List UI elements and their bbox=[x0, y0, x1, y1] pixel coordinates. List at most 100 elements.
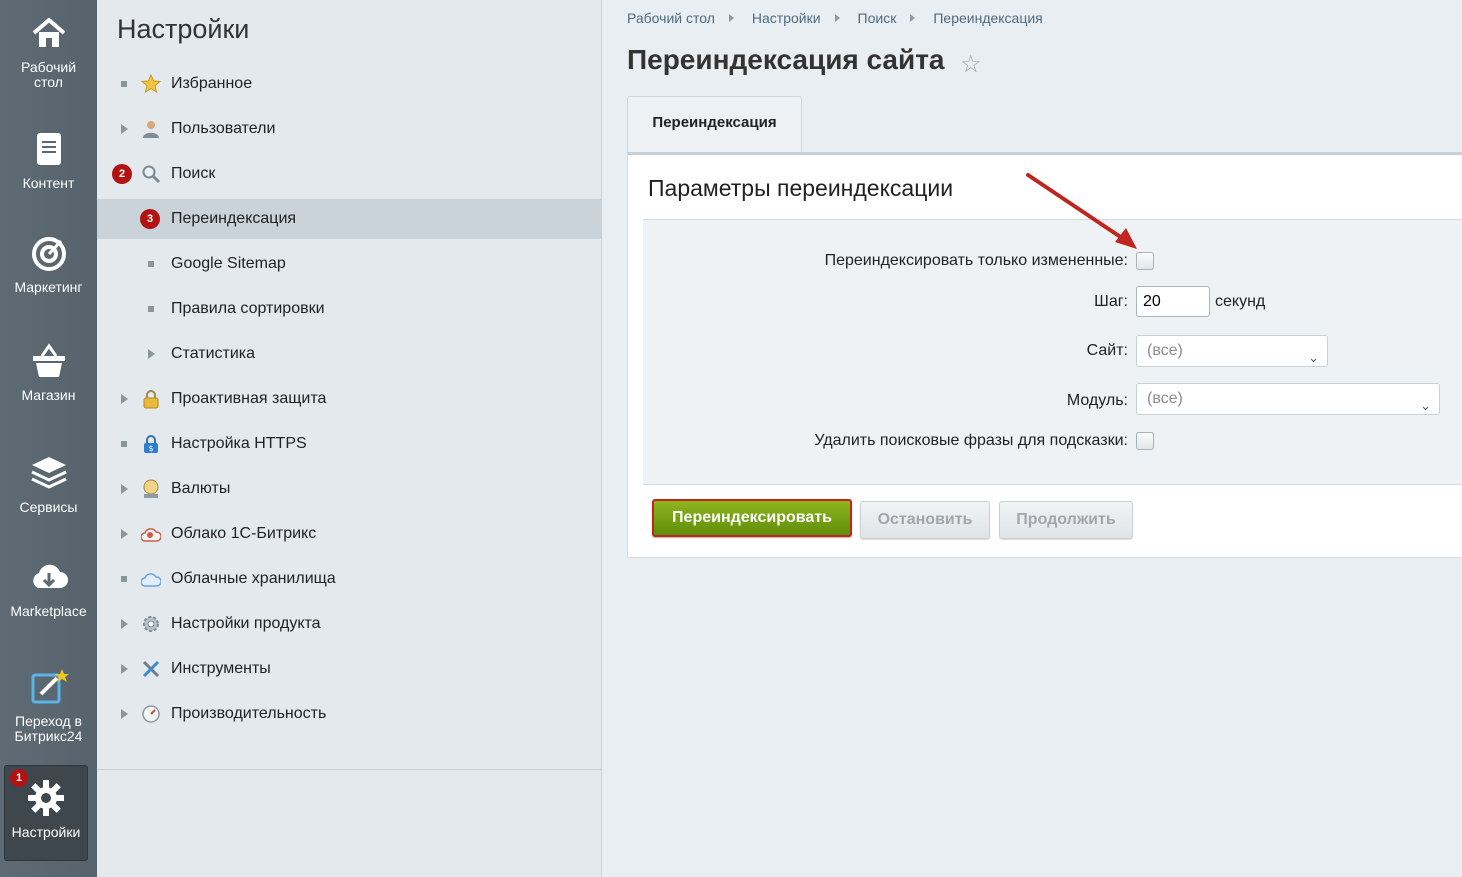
expand-arrow-icon bbox=[121, 709, 128, 719]
magnifier-icon bbox=[142, 165, 161, 184]
menu-label-currencies: Валюты bbox=[171, 480, 231, 497]
reindex-panel: Параметры переиндексации Переиндексирова… bbox=[627, 152, 1462, 558]
breadcrumb-reindex[interactable]: Переиндексация bbox=[933, 10, 1042, 26]
settings-step-badge: 1 bbox=[10, 769, 28, 787]
menu-title: Настройки bbox=[117, 14, 250, 44]
menu-label-tools: Инструменты bbox=[171, 660, 271, 677]
rail-item-marketplace[interactable]: Marketplace bbox=[0, 556, 97, 619]
breadcrumb-search[interactable]: Поиск bbox=[858, 10, 897, 26]
lock-icon bbox=[143, 390, 159, 409]
menu-label-statistics: Статистика bbox=[171, 345, 256, 362]
breadcrumb-separator-icon bbox=[834, 14, 840, 22]
expand-arrow-icon bbox=[121, 394, 128, 404]
main-content: Рабочий стол Настройки Поиск Переиндексация… bbox=[602, 0, 1462, 877]
expand-arrow-icon bbox=[148, 349, 155, 359]
basket-icon bbox=[32, 343, 65, 377]
main-sidebar: Рабочий стол Контент Маркетинг Магазин С… bbox=[0, 0, 97, 877]
settings-menu: Настройки Избранное Пользователи 2 Поиск… bbox=[97, 0, 602, 877]
menu-item-statistics[interactable]: Статистика bbox=[97, 334, 601, 374]
rail-item-settings[interactable]: 1 Настройки bbox=[4, 765, 88, 861]
menu-item-tools[interactable]: Инструменты bbox=[97, 649, 601, 689]
menu-item-bitrix-cloud[interactable]: Облако 1С-Битрикс bbox=[97, 514, 601, 554]
tab-reindex[interactable]: Переиндексация bbox=[627, 96, 802, 155]
expand-arrow-icon bbox=[121, 124, 128, 134]
menu-item-favorites[interactable]: Избранное bbox=[97, 64, 601, 104]
rail-item-desktop[interactable]: Рабочий стол bbox=[0, 12, 97, 90]
favorite-star-icon[interactable]: ☆ bbox=[960, 50, 982, 79]
expand-arrow-icon bbox=[121, 619, 128, 629]
delete-phrases-checkbox[interactable] bbox=[1136, 432, 1154, 450]
https-lock-icon: $ bbox=[144, 435, 158, 453]
menu-item-google-sitemap[interactable]: Google Sitemap bbox=[97, 244, 601, 284]
breadcrumb-desktop[interactable]: Рабочий стол bbox=[627, 10, 715, 26]
svg-text:$: $ bbox=[148, 444, 153, 453]
cloud-download-icon bbox=[32, 564, 68, 588]
layers-icon bbox=[30, 457, 67, 489]
menu-label-search: Поиск bbox=[171, 165, 216, 182]
continue-button[interactable]: Продолжить bbox=[999, 501, 1133, 539]
menu-item-performance[interactable]: Производительность bbox=[97, 694, 601, 734]
rail-item-marketing[interactable]: Маркетинг bbox=[0, 232, 97, 295]
menu-item-currencies[interactable]: Валюты bbox=[97, 469, 601, 509]
delete-phrases-label: Удалить поисковые фразы для подсказки: bbox=[814, 432, 1128, 449]
rail-label-services: Сервисы bbox=[19, 499, 78, 515]
chevron-down-icon: ⌄ bbox=[1420, 398, 1431, 413]
rail-label-bitrix24-2: Битрикс24 bbox=[14, 728, 83, 744]
page-title: Переиндексация сайта bbox=[627, 44, 945, 75]
menu-item-https[interactable]: $ Настройка HTTPS bbox=[97, 424, 601, 464]
step-label: Шаг: bbox=[1094, 293, 1128, 310]
menu-divider bbox=[97, 769, 601, 770]
stop-button[interactable]: Остановить bbox=[860, 501, 990, 539]
expand-arrow-icon bbox=[121, 664, 128, 674]
document-icon bbox=[36, 133, 61, 165]
gauge-icon bbox=[142, 705, 160, 723]
cloud-storage-icon bbox=[141, 573, 161, 587]
site-select[interactable]: (все) ⌄ bbox=[1136, 335, 1328, 367]
menu-label-users: Пользователи bbox=[171, 120, 276, 137]
module-select[interactable]: (все) ⌄ bbox=[1136, 383, 1440, 415]
expand-arrow-icon bbox=[121, 529, 128, 539]
chevron-down-icon: ⌄ bbox=[1308, 350, 1319, 365]
menu-label-proactive: Проактивная защита bbox=[171, 390, 327, 407]
menu-item-cloud-storage[interactable]: Облачные хранилища bbox=[97, 559, 601, 599]
menu-item-reindex[interactable]: 3 Переиндексация bbox=[97, 199, 601, 239]
bullet-icon bbox=[148, 306, 154, 312]
only-changed-label: Переиндексировать только измененные: bbox=[824, 252, 1128, 269]
rail-item-content[interactable]: Контент bbox=[0, 128, 97, 191]
coin-icon bbox=[143, 479, 159, 498]
site-label: Сайт: bbox=[1086, 342, 1128, 359]
menu-label-performance: Производительность bbox=[171, 705, 327, 722]
target-icon bbox=[31, 237, 66, 271]
breadcrumb-separator-icon bbox=[910, 14, 916, 22]
expand-arrow-icon bbox=[121, 484, 128, 494]
rail-item-bitrix24[interactable]: Переход в Битрикс24 bbox=[0, 666, 97, 744]
menu-item-sort-rules[interactable]: Правила сортировки bbox=[97, 289, 601, 329]
edit-star-icon bbox=[31, 669, 69, 704]
menu-item-product-settings[interactable]: Настройки продукта bbox=[97, 604, 601, 644]
rail-label-desktop-2: стол bbox=[34, 74, 63, 90]
module-select-value: (все) bbox=[1147, 390, 1183, 407]
menu-item-proactive[interactable]: Проактивная защита bbox=[97, 379, 601, 419]
menu-label-google-sitemap: Google Sitemap bbox=[171, 255, 286, 272]
rail-label-shop: Магазин bbox=[21, 387, 76, 403]
step-unit-label: секунд bbox=[1215, 293, 1266, 310]
rail-label-settings: Настройки bbox=[11, 824, 81, 840]
rail-item-shop[interactable]: Магазин bbox=[0, 340, 97, 403]
rail-label-desktop-1: Рабочий bbox=[20, 59, 77, 75]
breadcrumb-settings[interactable]: Настройки bbox=[752, 10, 821, 26]
bullet-icon bbox=[121, 441, 127, 447]
home-icon bbox=[32, 18, 65, 47]
reindex-button[interactable]: Переиндексировать bbox=[652, 499, 852, 537]
site-select-value: (все) bbox=[1147, 342, 1183, 359]
cloud-bitrix-icon bbox=[141, 528, 161, 542]
menu-label-reindex: Переиндексация bbox=[171, 210, 297, 227]
star-icon bbox=[141, 74, 161, 94]
menu-item-search[interactable]: 2 Поиск bbox=[97, 154, 601, 194]
search-step-badge: 2 bbox=[112, 164, 132, 184]
module-label: Модуль: bbox=[1066, 392, 1128, 409]
rail-item-services[interactable]: Сервисы bbox=[0, 452, 97, 515]
menu-item-users[interactable]: Пользователи bbox=[97, 109, 601, 149]
step-input[interactable] bbox=[1136, 286, 1210, 317]
only-changed-checkbox[interactable] bbox=[1136, 252, 1154, 270]
bullet-icon bbox=[121, 81, 127, 87]
